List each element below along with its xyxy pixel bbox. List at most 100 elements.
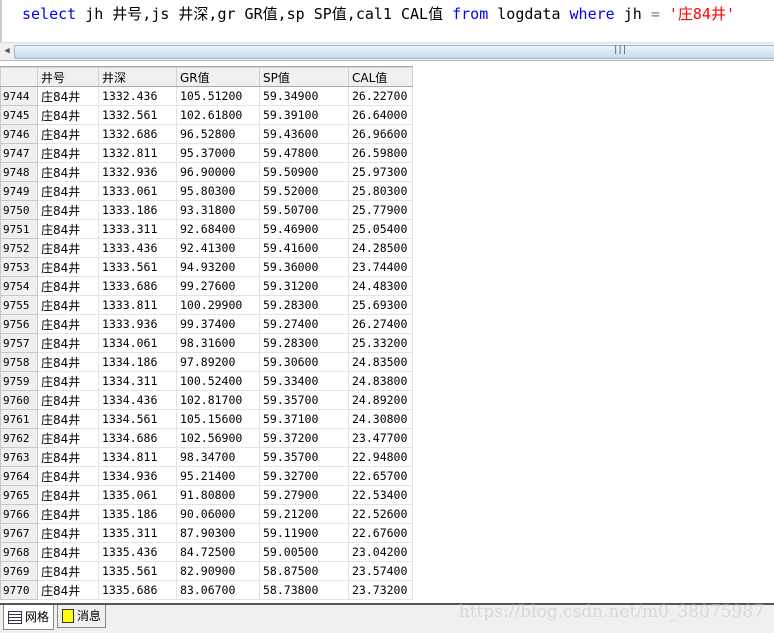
row-number[interactable]: 9763 — [0, 447, 38, 467]
cell-cal[interactable]: 22.52600 — [348, 504, 413, 524]
cell-gr[interactable]: 100.29900 — [176, 295, 260, 315]
table-row[interactable]: 9744 庄84井 1332.436 105.51200 59.34900 26.2270… — [0, 86, 413, 106]
cell-gr[interactable]: 92.41300 — [176, 238, 260, 258]
table-row[interactable]: 9765 庄84井 1335.061 91.80800 59.27900 22.53400 — [0, 485, 413, 505]
cell-gr[interactable]: 91.80800 — [176, 485, 260, 505]
cell-gr[interactable]: 84.72500 — [176, 542, 260, 562]
cell-sp[interactable]: 59.50900 — [259, 162, 349, 182]
table-row[interactable]: 9749 庄84井 1333.061 95.80300 59.52000 25.80300 — [0, 181, 413, 201]
cell-gr[interactable]: 90.06000 — [176, 504, 260, 524]
cell-js[interactable]: 1335.561 — [98, 561, 177, 581]
cell-gr[interactable]: 95.37000 — [176, 143, 260, 163]
cell-js[interactable]: 1333.561 — [98, 257, 177, 277]
cell-sp[interactable]: 59.47800 — [259, 143, 349, 163]
row-number[interactable]: 9750 — [0, 200, 38, 220]
table-row[interactable]: 9763 庄84井 1334.811 98.34700 59.35700 22.94800 — [0, 447, 413, 467]
cell-js[interactable]: 1335.311 — [98, 523, 177, 543]
row-number[interactable]: 9770 — [0, 580, 38, 600]
table-row[interactable]: 9764 庄84井 1334.936 95.21400 59.32700 22.65700 — [0, 466, 413, 486]
cell-jh[interactable]: 庄84井 — [37, 124, 99, 144]
cell-gr[interactable]: 96.52800 — [176, 124, 260, 144]
cell-cal[interactable]: 24.30800 — [348, 409, 413, 429]
cell-cal[interactable]: 26.22700 — [348, 86, 413, 106]
horizontal-scrollbar[interactable]: ◀ ||| — [0, 42, 774, 61]
cell-jh[interactable]: 庄84井 — [37, 86, 99, 106]
table-row[interactable]: 9766 庄84井 1335.186 90.06000 59.21200 22.52600 — [0, 504, 413, 524]
row-number[interactable]: 9764 — [0, 466, 38, 486]
cell-cal[interactable]: 26.59800 — [348, 143, 413, 163]
cell-jh[interactable]: 庄84井 — [37, 181, 99, 201]
cell-cal[interactable]: 23.04200 — [348, 542, 413, 562]
cell-sp[interactable]: 59.34900 — [259, 86, 349, 106]
cell-js[interactable]: 1334.561 — [98, 409, 177, 429]
cell-gr[interactable]: 102.56900 — [176, 428, 260, 448]
cell-js[interactable]: 1334.436 — [98, 390, 177, 410]
cell-jh[interactable]: 庄84井 — [37, 542, 99, 562]
cell-cal[interactable]: 25.33200 — [348, 333, 413, 353]
cell-cal[interactable]: 25.77900 — [348, 200, 413, 220]
cell-cal[interactable]: 23.73200 — [348, 580, 413, 600]
cell-jh[interactable]: 庄84井 — [37, 466, 99, 486]
cell-gr[interactable]: 105.51200 — [176, 86, 260, 106]
row-number[interactable]: 9759 — [0, 371, 38, 391]
table-row[interactable]: 9753 庄84井 1333.561 94.93200 59.36000 23.74400 — [0, 257, 413, 277]
table-row[interactable]: 9757 庄84井 1334.061 98.31600 59.28300 25.33200 — [0, 333, 413, 353]
cell-js[interactable]: 1334.686 — [98, 428, 177, 448]
table-row[interactable]: 9750 庄84井 1333.186 93.31800 59.50700 25.77900 — [0, 200, 413, 220]
cell-cal[interactable]: 26.27400 — [348, 314, 413, 334]
cell-gr[interactable]: 105.15600 — [176, 409, 260, 429]
cell-sp[interactable]: 59.21200 — [259, 504, 349, 524]
row-number[interactable]: 9744 — [0, 86, 38, 106]
cell-sp[interactable]: 59.35700 — [259, 390, 349, 410]
table-row[interactable]: 9758 庄84井 1334.186 97.89200 59.30600 24.83500 — [0, 352, 413, 372]
cell-jh[interactable]: 庄84井 — [37, 352, 99, 372]
cell-gr[interactable]: 95.80300 — [176, 181, 260, 201]
scroll-left-icon[interactable]: ◀ — [2, 45, 12, 58]
cell-sp[interactable]: 58.73800 — [259, 580, 349, 600]
cell-js[interactable]: 1333.936 — [98, 314, 177, 334]
cell-sp[interactable]: 59.28300 — [259, 333, 349, 353]
cell-js[interactable]: 1335.686 — [98, 580, 177, 600]
cell-sp[interactable]: 59.39100 — [259, 105, 349, 125]
cell-sp[interactable]: 59.35700 — [259, 447, 349, 467]
cell-sp[interactable]: 59.27400 — [259, 314, 349, 334]
cell-cal[interactable]: 23.57400 — [348, 561, 413, 581]
cell-jh[interactable]: 庄84井 — [37, 314, 99, 334]
cell-cal[interactable]: 25.69300 — [348, 295, 413, 315]
cell-jh[interactable]: 庄84井 — [37, 162, 99, 182]
cell-sp[interactable]: 59.28300 — [259, 295, 349, 315]
cell-js[interactable]: 1334.936 — [98, 466, 177, 486]
cell-js[interactable]: 1335.061 — [98, 485, 177, 505]
cell-gr[interactable]: 99.27600 — [176, 276, 260, 296]
table-row[interactable]: 9755 庄84井 1333.811 100.29900 59.28300 25.6930… — [0, 295, 413, 315]
query-editor[interactable]: select jh 井号,js 井深,gr GR值,sp SP值,cal1 CA… — [0, 0, 774, 42]
cell-sp[interactable]: 59.00500 — [259, 542, 349, 562]
column-header-js[interactable]: 井深 — [98, 67, 177, 87]
cell-jh[interactable]: 庄84井 — [37, 295, 99, 315]
table-row[interactable]: 9760 庄84井 1334.436 102.81700 59.35700 24.8920… — [0, 390, 413, 410]
cell-cal[interactable]: 25.80300 — [348, 181, 413, 201]
cell-cal[interactable]: 26.64000 — [348, 105, 413, 125]
row-number[interactable]: 9767 — [0, 523, 38, 543]
tab-messages[interactable]: 消息 — [57, 605, 107, 628]
table-row[interactable]: 9751 庄84井 1333.311 92.68400 59.46900 25.05400 — [0, 219, 413, 239]
tab-grid[interactable]: 网格 — [3, 605, 55, 630]
cell-gr[interactable]: 102.61800 — [176, 105, 260, 125]
table-row[interactable]: 9756 庄84井 1333.936 99.37400 59.27400 26.27400 — [0, 314, 413, 334]
row-number[interactable]: 9760 — [0, 390, 38, 410]
cell-sp[interactable]: 58.87500 — [259, 561, 349, 581]
cell-gr[interactable]: 98.31600 — [176, 333, 260, 353]
cell-jh[interactable]: 庄84井 — [37, 333, 99, 353]
cell-gr[interactable]: 83.06700 — [176, 580, 260, 600]
cell-js[interactable]: 1333.436 — [98, 238, 177, 258]
cell-cal[interactable]: 25.05400 — [348, 219, 413, 239]
cell-cal[interactable]: 26.96600 — [348, 124, 413, 144]
table-row[interactable]: 9745 庄84井 1332.561 102.61800 59.39100 26.6400… — [0, 105, 413, 125]
cell-js[interactable]: 1334.811 — [98, 447, 177, 467]
cell-gr[interactable]: 96.90000 — [176, 162, 260, 182]
row-number[interactable]: 9752 — [0, 238, 38, 258]
cell-cal[interactable]: 22.53400 — [348, 485, 413, 505]
cell-jh[interactable]: 庄84井 — [37, 276, 99, 296]
cell-jh[interactable]: 庄84井 — [37, 561, 99, 581]
table-row[interactable]: 9752 庄84井 1333.436 92.41300 59.41600 24.28500 — [0, 238, 413, 258]
